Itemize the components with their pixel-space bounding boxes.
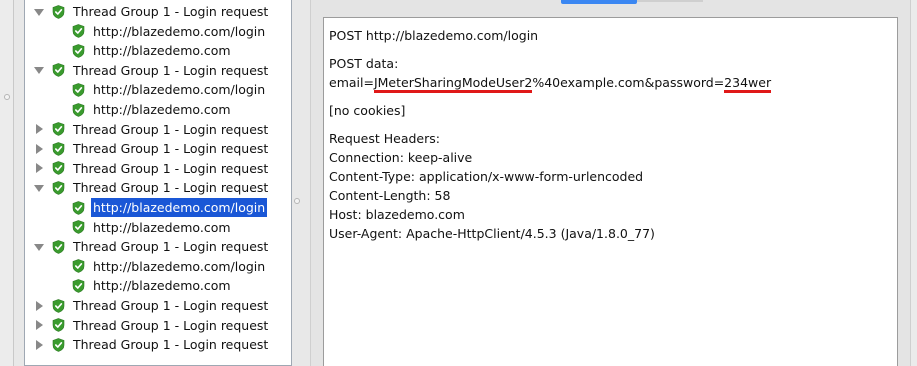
tree-node-sampler[interactable]: http://blazedemo.com/login — [72, 22, 267, 41]
request-text-area[interactable]: POST http://blazedemo.com/login POST dat… — [323, 17, 898, 366]
success-shield-icon — [72, 24, 85, 38]
success-shield-icon — [72, 102, 85, 117]
tree-node-label: http://blazedemo.com/login — [93, 258, 266, 274]
tree-node-thread-group[interactable]: Thread Group 1 - Login request — [34, 178, 270, 197]
headers-label: Request Headers: — [329, 131, 440, 146]
header-line: User-Agent: Apache-HttpClient/4.5.3 (Jav… — [329, 226, 655, 241]
tree-node-label: Thread Group 1 - Login request — [73, 337, 269, 353]
tree-node-sampler[interactable]: http://blazedemo.com — [72, 41, 233, 60]
tree-node-label: Thread Group 1 - Login request — [73, 298, 269, 313]
success-shield-icon — [72, 279, 85, 293]
expand-down-icon[interactable] — [34, 65, 44, 75]
success-shield-icon — [52, 337, 65, 352]
success-shield-icon — [72, 220, 85, 234]
details-pane: POST http://blazedemo.com/login POST dat… — [310, 0, 910, 366]
header-line: Connection: keep-alive — [329, 150, 473, 165]
tree-node-label: http://blazedemo.com/login — [93, 82, 266, 98]
splitter-grip-icon[interactable] — [4, 94, 10, 100]
success-shield-icon — [52, 63, 65, 78]
expand-right-icon[interactable] — [34, 339, 44, 350]
tree-node-sampler[interactable]: http://blazedemo.com — [72, 276, 233, 295]
tree-node-label: http://blazedemo.com/login — [91, 198, 268, 217]
expand-right-icon[interactable] — [34, 320, 44, 331]
email-prefix: email= — [329, 75, 374, 90]
tree-node-thread-group[interactable]: Thread Group 1 - Login request — [34, 296, 270, 315]
tree-node-label: Thread Group 1 - Login request — [73, 239, 269, 255]
header-line: Content-Length: 58 — [329, 188, 451, 203]
tab-response[interactable] — [637, 0, 703, 2]
expand-down-icon[interactable] — [34, 242, 44, 252]
tree-node-sampler[interactable]: http://blazedemo.com/login — [72, 257, 267, 276]
tab-request-selected[interactable] — [561, 0, 637, 4]
post-data-body: email=JMeterSharingModeUser2%40example.c… — [329, 73, 892, 93]
expand-right-icon[interactable] — [34, 124, 44, 135]
header-line: Host: blazedemo.com — [329, 207, 465, 222]
tree-node-thread-group[interactable]: Thread Group 1 - Login request — [34, 139, 270, 158]
tree-node-label: http://blazedemo.com — [93, 102, 231, 117]
request-line: POST http://blazedemo.com/login — [329, 28, 539, 43]
tree-node-sampler[interactable]: http://blazedemo.com/login — [72, 198, 268, 217]
tree-node-label: Thread Group 1 - Login request — [73, 317, 269, 333]
expand-down-icon[interactable] — [34, 7, 44, 17]
tree-node-label: Thread Group 1 - Login request — [73, 141, 269, 157]
left-splitter[interactable] — [0, 0, 14, 366]
email-rest: %40example.com&password= — [532, 75, 725, 90]
highlighted-username: JMeterSharingModeUser2 — [373, 75, 533, 93]
results-tree[interactable]: Thread Group 1 - Login request http://bla… — [24, 0, 292, 366]
success-shield-icon — [52, 181, 65, 195]
highlighted-password: 234wer — [724, 75, 772, 93]
success-shield-icon — [72, 200, 85, 215]
tree-node-label: Thread Group 1 - Login request — [73, 160, 269, 176]
tree-node-thread-group[interactable]: Thread Group 1 - Login request — [34, 61, 270, 80]
success-shield-icon — [72, 259, 85, 274]
success-shield-icon — [52, 161, 65, 176]
tree-node-label: Thread Group 1 - Login request — [73, 62, 269, 78]
expand-right-icon[interactable] — [34, 143, 44, 154]
expand-right-icon[interactable] — [34, 163, 44, 174]
success-shield-icon — [72, 43, 85, 58]
cookies-text: [no cookies] — [329, 103, 406, 118]
tree-node-label: Thread Group 1 - Login request — [73, 4, 269, 19]
success-shield-icon — [52, 298, 65, 313]
tree-node-thread-group[interactable]: Thread Group 1 - Login request — [34, 2, 270, 21]
success-shield-icon — [52, 239, 65, 254]
header-line: Content-Type: application/x-www-form-url… — [329, 169, 644, 184]
tree-node-thread-group[interactable]: Thread Group 1 - Login request — [34, 159, 270, 178]
tree-node-label: http://blazedemo.com — [93, 278, 231, 294]
expand-down-icon[interactable] — [34, 183, 44, 193]
tree-node-label: http://blazedemo.com/login — [93, 23, 266, 39]
tree-node-thread-group[interactable]: Thread Group 1 - Login request — [34, 316, 270, 335]
success-shield-icon — [52, 318, 65, 332]
tree-node-thread-group[interactable]: Thread Group 1 - Login request — [34, 335, 270, 354]
success-shield-icon — [52, 141, 65, 156]
tree-node-label: http://blazedemo.com — [93, 43, 231, 59]
splitter-grip-icon[interactable] — [294, 198, 300, 204]
tree-node-thread-group[interactable]: Thread Group 1 - Login request — [34, 120, 270, 139]
success-shield-icon — [52, 4, 65, 19]
success-shield-icon — [72, 83, 85, 97]
tree-node-thread-group[interactable]: Thread Group 1 - Login request — [34, 237, 270, 256]
tree-node-label: Thread Group 1 - Login request — [73, 121, 269, 137]
tree-node-label: Thread Group 1 - Login request — [73, 180, 269, 196]
success-shield-icon — [52, 122, 65, 136]
tree-node-label: http://blazedemo.com — [93, 219, 231, 235]
tree-node-sampler[interactable]: http://blazedemo.com/login — [72, 80, 267, 99]
app-window: Thread Group 1 - Login request http://bla… — [0, 0, 917, 366]
tree-node-sampler[interactable]: http://blazedemo.com — [72, 218, 233, 237]
right-edge — [910, 0, 917, 366]
post-data-label: POST data: — [329, 56, 399, 71]
expand-right-icon[interactable] — [34, 300, 44, 311]
tree-node-sampler[interactable]: http://blazedemo.com — [72, 100, 233, 119]
